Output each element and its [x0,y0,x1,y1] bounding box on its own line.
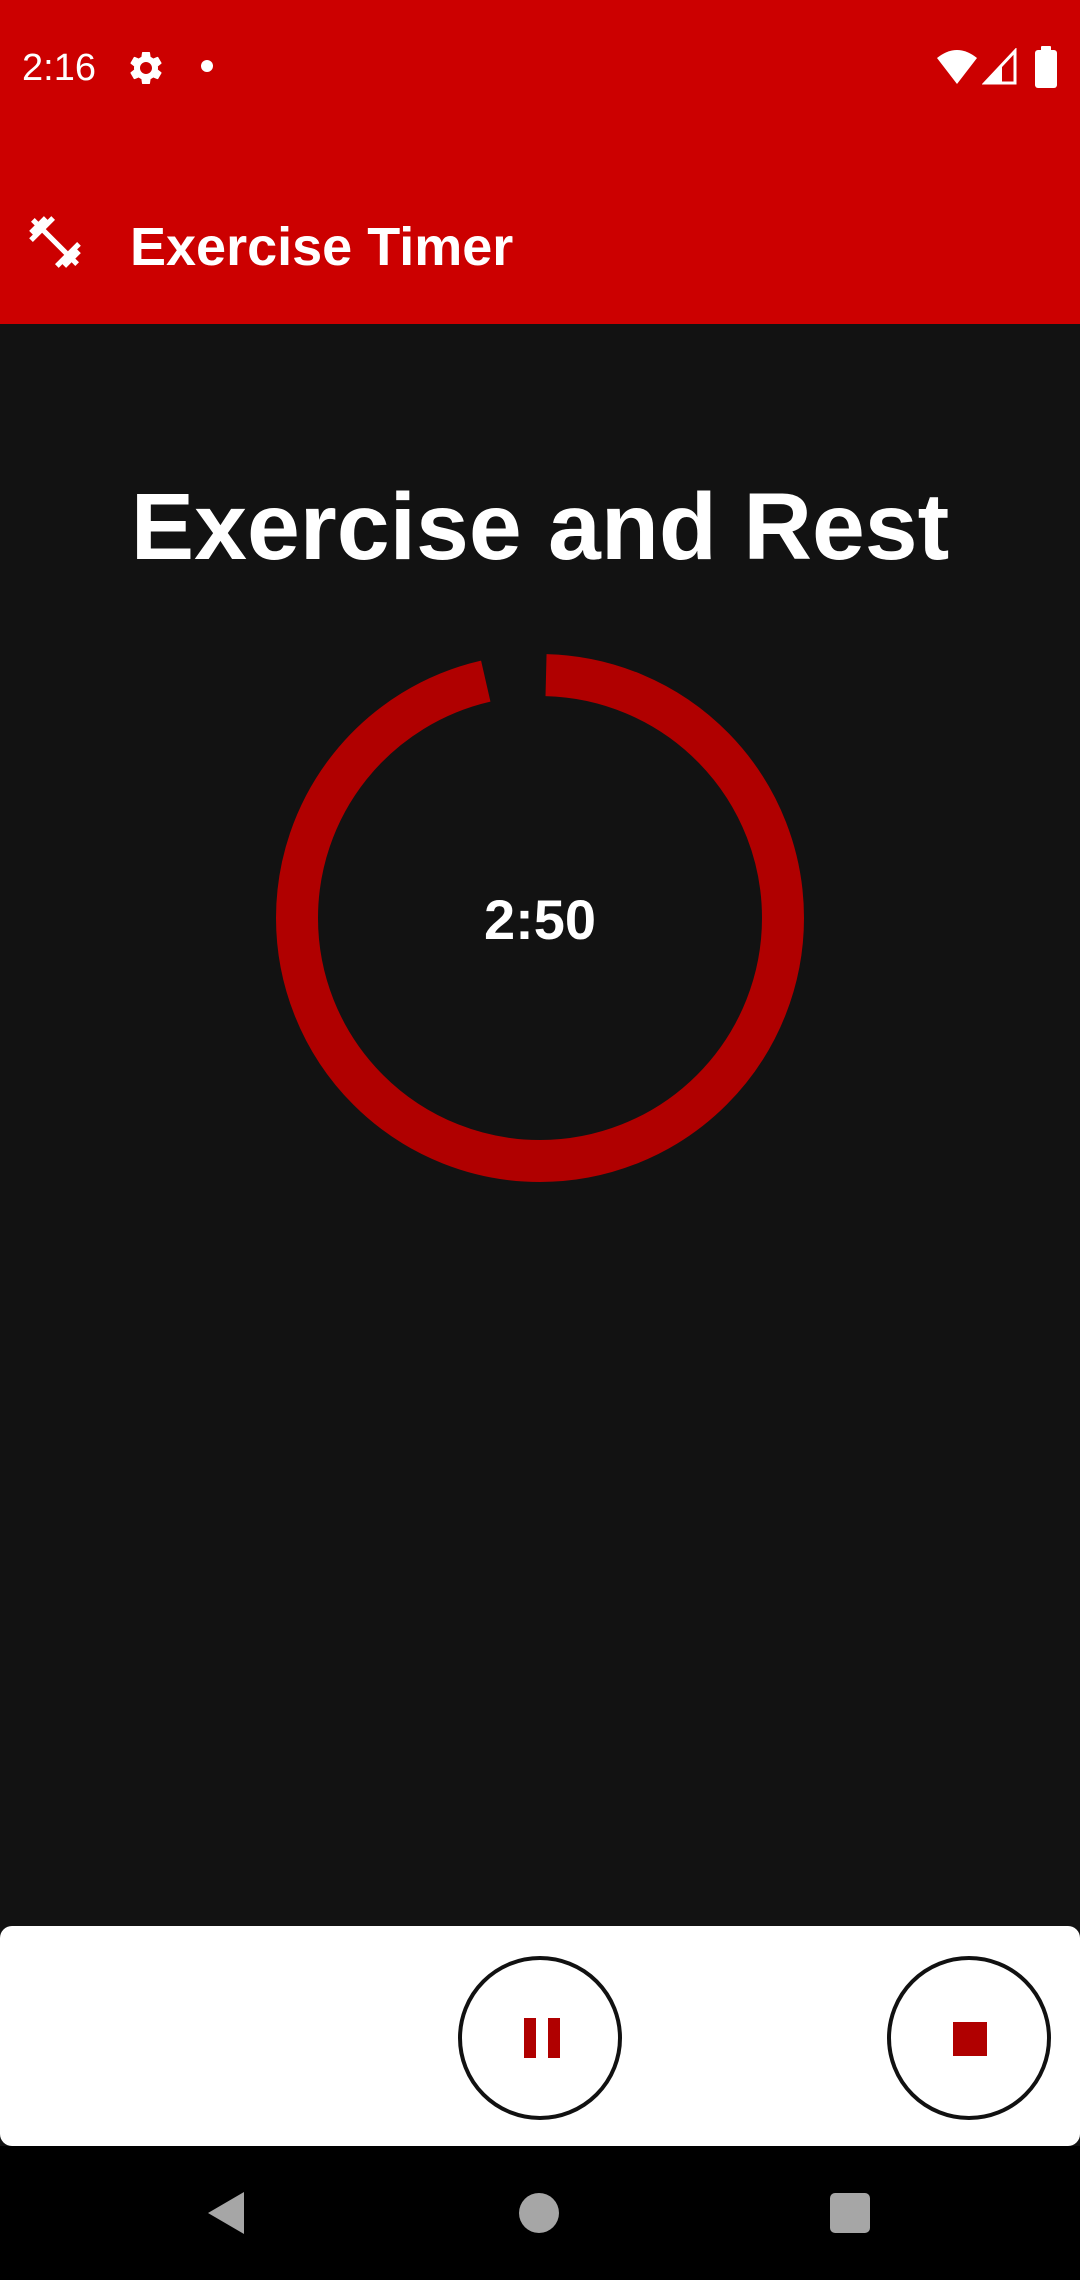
home-icon[interactable] [519,2193,559,2233]
status-time: 2:16 [22,47,96,89]
workout-heading: Exercise and Rest [130,474,950,580]
recents-icon[interactable] [830,2193,870,2233]
battery-icon [1035,46,1057,88]
back-icon[interactable] [206,2190,246,2236]
system-nav-bar [0,2146,1080,2280]
wifi-icon [937,50,977,84]
control-bar [0,1926,1080,2146]
stop-icon [953,2022,987,2056]
status-bar: 2:16 [0,0,1080,135]
screen: 2:16 Exercise Timer Exercise and Rest 2:… [0,0,1080,2280]
gear-icon [130,51,162,84]
pause-icon-bar-left [524,2018,536,2058]
app-bar: Exercise Timer [0,135,1080,324]
dumbbell-icon [29,216,81,268]
notification-dot-icon [201,60,213,72]
signal-icon [982,48,1017,85]
pause-icon-bar-right [548,2018,560,2058]
stop-button[interactable] [887,1956,1051,2120]
app-title: Exercise Timer [130,217,514,277]
timer-display: 2:50 [483,888,597,951]
pause-button[interactable] [458,1956,622,2120]
